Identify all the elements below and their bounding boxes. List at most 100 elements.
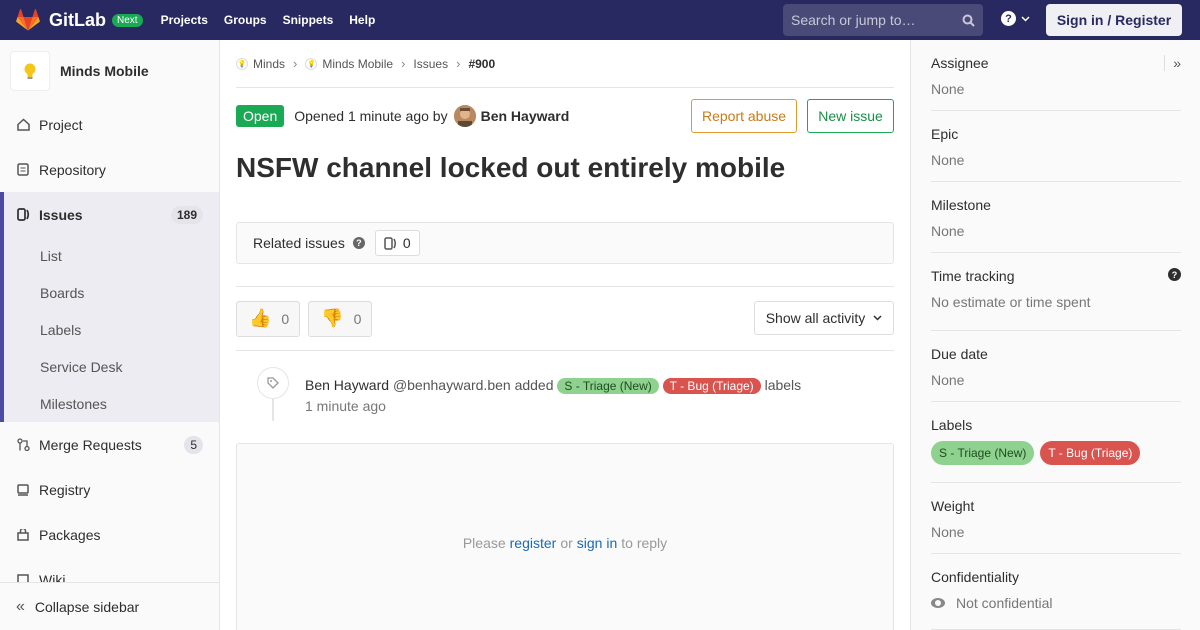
help-dropdown[interactable]: ? — [1001, 11, 1030, 26]
project-sidebar: Minds Mobile Project Repository Issues 1… — [0, 40, 220, 630]
nav-groups[interactable]: Groups — [216, 0, 275, 40]
collapse-sidebar-icon[interactable]: » — [1164, 55, 1181, 71]
collapse-sidebar-label: Collapse sidebar — [34, 598, 140, 615]
breadcrumb-issues[interactable]: Issues — [413, 57, 448, 71]
eye-icon — [931, 598, 945, 608]
issues-icon — [384, 236, 396, 250]
merge-requests-count-badge: 5 — [184, 435, 203, 454]
issues-icon — [16, 208, 30, 222]
sidebar-item-project[interactable]: Project — [0, 102, 219, 147]
confidentiality-block: Confidentiality Not confidential — [931, 554, 1181, 630]
next-badge[interactable]: Next — [112, 13, 143, 27]
thumbs-up-button[interactable]: 👍 0 — [236, 300, 301, 337]
issues-submenu: List Boards Labels Service Desk Mileston… — [0, 237, 219, 422]
sidebar-item-issues[interactable]: Issues 189 — [0, 192, 219, 237]
sidebar-item-merge-requests[interactable]: Merge Requests 5 — [0, 422, 219, 467]
breadcrumb-current[interactable]: #900 — [468, 57, 495, 71]
time-tracking-value: No estimate or time spent — [931, 294, 1091, 310]
issue-header: Open Opened 1 minute ago by Ben Hayward … — [236, 88, 894, 144]
label-triage-new[interactable]: S - Triage (New) — [557, 378, 659, 394]
help-icon[interactable]: ? — [1168, 268, 1181, 281]
note-author[interactable]: Ben Hayward — [305, 377, 389, 393]
related-issues-count: 0 — [374, 230, 420, 256]
reply-suffix: to reply — [621, 535, 668, 551]
question-icon: ? — [1001, 11, 1016, 26]
assignee-block: Assignee None » — [931, 40, 1181, 111]
epic-title: Epic — [931, 126, 959, 142]
system-note: Ben Hayward @benhayward.ben added S - Tr… — [236, 351, 894, 437]
nav-projects[interactable]: Projects — [153, 0, 216, 40]
sidebar-item-label: Packages — [39, 526, 101, 543]
author-link[interactable]: Ben Hayward — [481, 108, 570, 124]
weight-title: Weight — [931, 498, 975, 514]
registry-icon — [16, 483, 30, 497]
labels-block: Labels S - Triage (New) T - Bug (Triage) — [931, 402, 1181, 483]
project-avatar-icon: 💡 — [305, 57, 318, 70]
home-icon — [16, 118, 30, 132]
due-date-value: None — [931, 372, 965, 388]
due-date-block: Due date None — [931, 331, 1181, 402]
chevron-down-icon — [1021, 15, 1030, 22]
breadcrumb-minds-mobile[interactable]: Minds Mobile — [322, 57, 393, 71]
breadcrumb-minds[interactable]: Minds — [253, 57, 285, 71]
timeline-line — [272, 399, 274, 421]
search-input[interactable]: Search or jump to… — [783, 4, 983, 36]
sidebar-label-triage-new[interactable]: S - Triage (New) — [931, 441, 1035, 465]
sidebar-subitem-labels[interactable]: Labels — [0, 311, 219, 348]
sidebar-subitem-boards[interactable]: Boards — [0, 274, 219, 311]
opened-text: Opened 1 minute ago by — [294, 108, 448, 124]
sidebar-item-packages[interactable]: Packages — [0, 512, 219, 557]
thumbs-up-count: 0 — [281, 310, 290, 327]
tag-icon — [257, 367, 289, 399]
nav-help[interactable]: Help — [341, 0, 383, 40]
sidebar-item-label: Issues — [39, 206, 83, 223]
top-navbar: GitLab Next Projects Groups Snippets Hel… — [0, 0, 1200, 40]
note-body: Ben Hayward @benhayward.ben added S - Tr… — [305, 375, 801, 417]
register-link[interactable]: register — [510, 535, 557, 551]
chevron-down-icon — [873, 315, 882, 321]
report-abuse-button[interactable]: Report abuse — [691, 99, 797, 133]
new-issue-button[interactable]: New issue — [807, 99, 894, 133]
thumbs-down-button[interactable]: 👎 0 — [308, 300, 373, 337]
sidebar-subitem-list[interactable]: List — [0, 237, 219, 274]
sidebar-item-label: Project — [39, 116, 83, 133]
signin-register-button[interactable]: Sign in / Register — [1046, 4, 1182, 36]
chevron-right-icon: › — [401, 56, 406, 71]
sidebar-subitem-service-desk[interactable]: Service Desk — [0, 348, 219, 385]
nav-snippets[interactable]: Snippets — [275, 0, 342, 40]
sidebar-item-repository[interactable]: Repository — [0, 147, 219, 192]
help-icon[interactable]: ? — [352, 237, 365, 249]
gitlab-logo-icon — [16, 9, 40, 31]
chevron-right-icon: › — [456, 56, 461, 71]
label-bug-triage[interactable]: T - Bug (Triage) — [662, 378, 761, 394]
double-chevron-left-icon: « — [16, 597, 25, 615]
issue-meta: Opened 1 minute ago by Ben Hayward — [294, 105, 569, 127]
note-time[interactable]: 1 minute ago — [305, 398, 386, 414]
note-suffix: labels — [764, 377, 802, 393]
related-issues-label: Related issues — [253, 235, 345, 251]
sidebar-item-registry[interactable]: Registry — [0, 467, 219, 512]
weight-block: Weight None — [931, 483, 1181, 554]
activity-filter-dropdown[interactable]: Show all activity — [754, 301, 894, 335]
collapse-sidebar-button[interactable]: « Collapse sidebar — [0, 582, 219, 630]
time-tracking-block: Time tracking No estimate or time spent … — [931, 253, 1181, 331]
gitlab-home-link[interactable]: GitLab Next — [16, 9, 143, 31]
weight-value: None — [931, 524, 965, 540]
award-emoji-bar: 👍 0 👎 0 Show all activity — [236, 287, 894, 351]
assignee-value: None — [931, 81, 965, 97]
sign-in-link[interactable]: sign in — [577, 535, 617, 551]
note-handle[interactable]: @benhayward.ben — [393, 377, 511, 393]
labels-title: Labels — [931, 417, 973, 433]
search-icon — [962, 14, 975, 27]
author-avatar[interactable] — [453, 105, 476, 127]
milestone-block: Milestone None — [931, 182, 1181, 253]
milestone-title: Milestone — [931, 197, 991, 213]
sidebar-item-label: Repository — [39, 161, 106, 178]
sidebar-label-bug-triage[interactable]: T - Bug (Triage) — [1040, 441, 1141, 465]
sidebar-subitem-milestones[interactable]: Milestones — [0, 385, 219, 422]
project-header[interactable]: Minds Mobile — [0, 40, 219, 102]
issue-sidebar: Assignee None » Epic None Milestone None… — [910, 40, 1200, 630]
thumbs-down-icon: 👎 — [321, 308, 344, 328]
confidentiality-status: Not confidential — [931, 595, 1181, 611]
project-name: Minds Mobile — [60, 63, 149, 79]
